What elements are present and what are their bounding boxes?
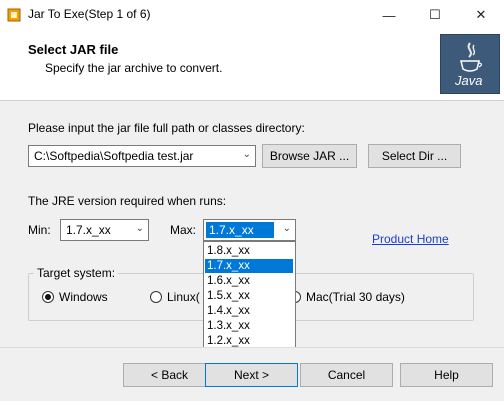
radio-windows-label[interactable]: Windows: [59, 290, 108, 304]
radio-windows[interactable]: [42, 291, 54, 303]
maximize-button[interactable]: ☐: [412, 0, 458, 30]
cancel-button[interactable]: Cancel: [300, 363, 393, 387]
radio-linux[interactable]: [150, 291, 162, 303]
radio-mac-label[interactable]: Mac(Trial 30 days): [306, 290, 405, 304]
step-title: Select JAR file: [28, 42, 119, 57]
chevron-down-icon[interactable]: ⌄: [243, 149, 251, 160]
product-home-link[interactable]: Product Home: [372, 232, 449, 246]
app-icon: [7, 8, 21, 22]
next-button[interactable]: Next >: [205, 363, 298, 387]
jre-max-value: 1.7.x_xx: [209, 223, 254, 237]
jre-option[interactable]: 1.7.x_xx: [205, 259, 293, 273]
minimize-icon: —: [382, 7, 396, 23]
jre-option[interactable]: 1.8.x_xx: [205, 244, 293, 258]
jar-path-combo[interactable]: C:\Softpedia\Softpedia test.jar ⌄: [28, 145, 256, 167]
java-logo-icon: Java: [440, 34, 500, 94]
jre-version-label: The JRE version required when runs:: [28, 194, 227, 208]
jre-min-combo[interactable]: 1.7.x_xx ⌄: [60, 219, 149, 241]
jre-max-combo[interactable]: 1.7.x_xx ⌄: [203, 219, 296, 241]
jre-min-value: 1.7.x_xx: [66, 223, 111, 237]
jre-option[interactable]: 1.5.x_xx: [205, 289, 293, 303]
jre-option[interactable]: 1.2.x_xx: [205, 334, 293, 348]
select-dir-button[interactable]: Select Dir ...: [368, 144, 461, 168]
jre-option[interactable]: 1.6.x_xx: [205, 274, 293, 288]
close-button[interactable]: ✕: [458, 0, 504, 30]
chevron-down-icon[interactable]: ⌄: [136, 223, 144, 234]
chevron-down-icon[interactable]: ⌄: [283, 223, 291, 234]
jre-max-dropdown-list[interactable]: 1.8.x_xx 1.7.x_xx 1.6.x_xx 1.5.x_xx 1.4.x_xx…: [203, 241, 296, 350]
window-title: Jar To Exe(Step 1 of 6): [28, 7, 151, 21]
minimize-button[interactable]: —: [366, 0, 412, 30]
maximize-icon: ☐: [429, 7, 441, 22]
jre-max-label: Max:: [170, 223, 197, 237]
jre-min-label: Min:: [28, 223, 51, 237]
java-logo-text: Java: [455, 73, 483, 88]
browse-jar-button[interactable]: Browse JAR ...: [262, 144, 357, 168]
jre-option[interactable]: 1.4.x_xx: [205, 304, 293, 318]
radio-linux-label[interactable]: Linux(: [167, 290, 200, 304]
jar-path-prompt: Please input the jar file full path or c…: [28, 121, 305, 135]
jar-path-value: C:\Softpedia\Softpedia test.jar: [34, 149, 194, 163]
back-button[interactable]: < Back: [123, 363, 216, 387]
help-button[interactable]: Help: [400, 363, 493, 387]
target-system-legend: Target system:: [34, 266, 119, 280]
close-icon: ✕: [475, 7, 487, 22]
jre-option[interactable]: 1.3.x_xx: [205, 319, 293, 333]
step-subtitle: Specify the jar archive to convert.: [45, 61, 223, 75]
